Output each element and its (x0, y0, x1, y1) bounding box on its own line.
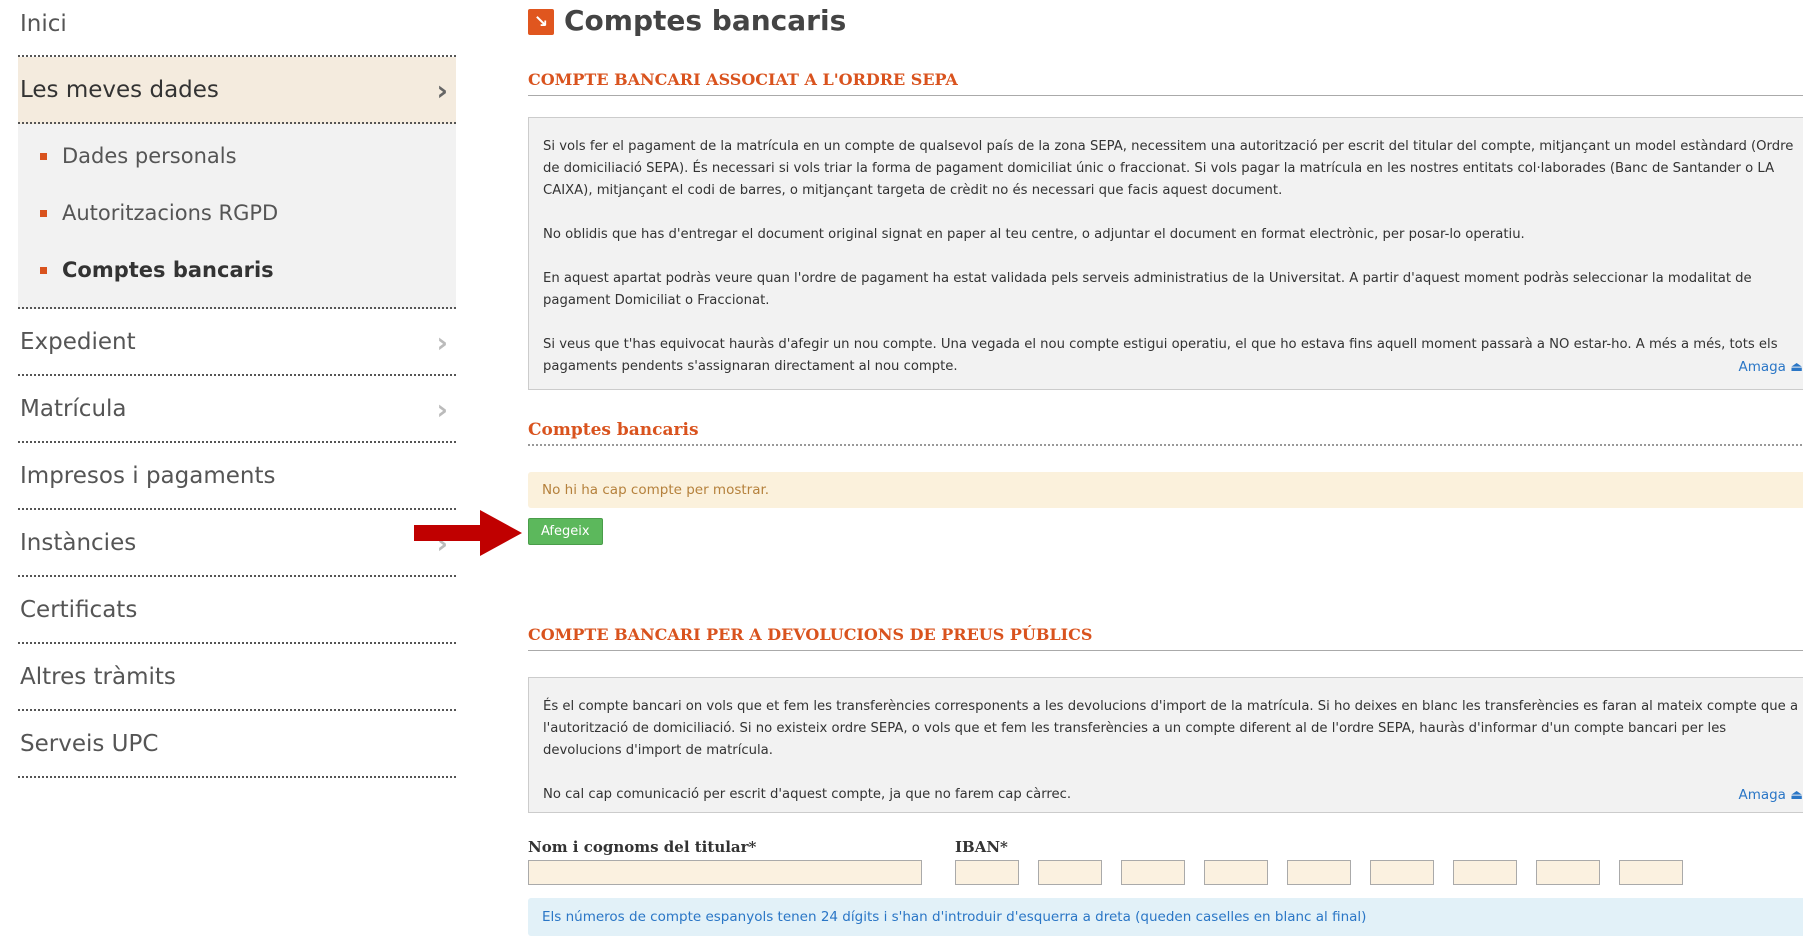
submenu-item-label: Autoritzacions RGPD (62, 201, 279, 225)
holder-name-input[interactable] (528, 860, 922, 885)
sepa-section-heading: COMPTE BANCARI ASSOCIAT A L'ORDRE SEPA (528, 70, 1803, 96)
submenu-item-autoritzacions-rgpd[interactable]: Autoritzacions RGPD (18, 185, 456, 242)
submenu-item-label: Dades personals (62, 144, 237, 168)
holder-name-label: Nom i cognoms del titular* (528, 838, 757, 856)
submenu-item-label: Comptes bancaris (62, 258, 274, 282)
bullet-icon (40, 153, 47, 160)
red-arrow-icon (414, 510, 522, 556)
iban-segment-input-7[interactable] (1453, 860, 1517, 885)
sidebar-item-label: Matrícula (20, 396, 127, 422)
empty-accounts-notice: No hi ha cap compte per mostrar. (528, 472, 1803, 508)
chevron-right-icon: › (436, 326, 448, 359)
iban-label: IBAN* (955, 838, 1008, 856)
sidebar-item-matricula[interactable]: Matrícula › (18, 376, 456, 443)
refund-paragraph: No cal cap comunicació per escrit d'aque… (543, 784, 1803, 806)
iban-segment-input-6[interactable] (1370, 860, 1434, 885)
submenu-item-comptes-bancaris[interactable]: Comptes bancaris (18, 242, 456, 299)
sepa-info-box: Si vols fer el pagament de la matrícula … (528, 117, 1803, 390)
submenu-item-dades-personals[interactable]: Dades personals (18, 128, 456, 185)
sidebar-item-label: Instàncies (20, 530, 137, 556)
submenu-les-meves-dades: Dades personals Autoritzacions RGPD Comp… (18, 124, 456, 309)
arrow-down-right-icon: ↘ (528, 9, 554, 35)
sidebar-item-impresos-i-pagaments[interactable]: Impresos i pagaments (18, 443, 456, 510)
accounts-heading: Comptes bancaris (528, 420, 1803, 446)
sidebar-item-inici[interactable]: Inici (18, 0, 456, 57)
sidebar-item-label: Certificats (20, 597, 138, 623)
page-title-text: Comptes bancaris (564, 4, 847, 37)
iban-segment-input-3[interactable] (1121, 860, 1185, 885)
iban-help-box: Els números de compte espanyols tenen 24… (528, 898, 1803, 936)
sidebar-item-label: Serveis UPC (20, 731, 159, 757)
add-account-button[interactable]: Afegeix (528, 518, 603, 545)
hide-sepa-info-link[interactable]: Amaga ⏏ (1738, 356, 1803, 378)
iban-segment-input-8[interactable] (1536, 860, 1600, 885)
sidebar-item-label: Inici (20, 11, 67, 37)
iban-segment-input-2[interactable] (1038, 860, 1102, 885)
sidebar-item-certificats[interactable]: Certificats (18, 577, 456, 644)
sepa-paragraph: En aquest apartat podràs veure quan l'or… (543, 271, 1752, 308)
sidebar-item-instancies[interactable]: Instàncies › (18, 510, 456, 577)
sidebar-nav: Inici Les meves dades › Dades personals … (18, 0, 456, 778)
sidebar-item-label: Expedient (20, 329, 136, 355)
sepa-paragraph: Si veus que t'has equivocat hauràs d'afe… (543, 334, 1803, 378)
sidebar-item-serveis-upc[interactable]: Serveis UPC (18, 711, 456, 778)
bullet-icon (40, 267, 47, 274)
refund-paragraph: És el compte bancari on vols que et fem … (543, 699, 1799, 758)
sidebar-item-les-meves-dades[interactable]: Les meves dades › (18, 57, 456, 124)
bullet-icon (40, 210, 47, 217)
refund-section-heading: COMPTE BANCARI PER A DEVOLUCIONS DE PREU… (528, 625, 1803, 651)
iban-segment-input-9[interactable] (1619, 860, 1683, 885)
sepa-paragraph: Si vols fer el pagament de la matrícula … (543, 139, 1794, 198)
refund-info-box: És el compte bancari on vols que et fem … (528, 677, 1803, 813)
sidebar-item-label: Impresos i pagaments (20, 463, 276, 489)
hide-refund-info-link[interactable]: Amaga ⏏ (1738, 784, 1803, 806)
iban-segment-input-4[interactable] (1204, 860, 1268, 885)
iban-segment-input-5[interactable] (1287, 860, 1351, 885)
page-title: ↘ Comptes bancaris (528, 4, 846, 37)
chevron-right-icon: › (436, 74, 448, 107)
sepa-paragraph: No oblidis que has d'entregar el documen… (543, 227, 1525, 242)
chevron-right-icon: › (436, 393, 448, 426)
sidebar-item-altres-tramits[interactable]: Altres tràmits (18, 644, 456, 711)
refund-paragraph-text: No cal cap comunicació per escrit d'aque… (543, 787, 1072, 802)
iban-segment-input-1[interactable] (955, 860, 1019, 885)
sidebar-item-expedient[interactable]: Expedient › (18, 309, 456, 376)
sidebar-item-label: Les meves dades (20, 77, 219, 103)
sepa-paragraph-text: Si veus que t'has equivocat hauràs d'afe… (543, 337, 1778, 374)
sidebar-item-label: Altres tràmits (20, 664, 176, 690)
